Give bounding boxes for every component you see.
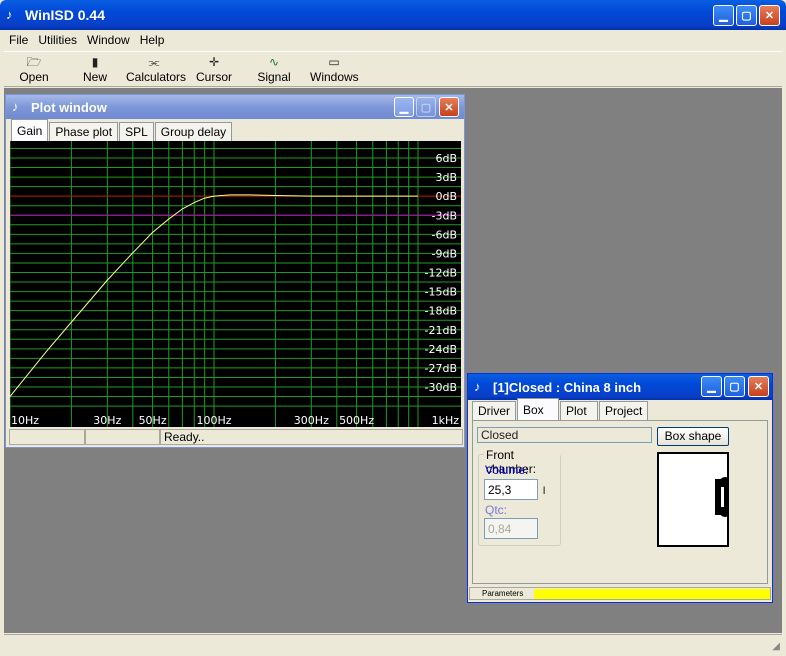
tab-gain[interactable]: Gain <box>11 119 49 141</box>
new-button[interactable]: ▮ New <box>78 54 112 86</box>
plot-window-title: Plot window <box>31 99 107 115</box>
cursor-label: Cursor <box>196 70 233 84</box>
tab-phase-plot[interactable]: Phase plot <box>49 122 119 141</box>
plot-status-cell-1 <box>9 429 85 445</box>
y-tick-label: -27dB <box>425 362 458 375</box>
main-window-title: WinISD 0.44 <box>25 7 106 23</box>
driver-minimize-button[interactable]: ▁ <box>701 376 722 397</box>
x-tick-label: 50Hz <box>139 414 167 427</box>
resize-grip-icon[interactable]: ◢ <box>772 641 780 652</box>
window-icon: ▭ <box>328 55 340 69</box>
toolbar: 🗁 Open ▮ New ⫘ Calculators ✛ Cursor ∿ Si… <box>4 51 782 98</box>
volume-unit: l <box>543 486 546 497</box>
driver-maximize-button[interactable]: ▢ <box>724 376 745 397</box>
gain-chart[interactable]: 6dB 3dB 0dB -3dB -6dB -9dB -12dB -15dB -18dB -21d… <box>10 141 461 427</box>
box-type-field: Closed <box>477 427 652 443</box>
qtc-label: Qtc: <box>485 503 508 517</box>
menu-help[interactable]: Help <box>135 33 170 47</box>
main-status-bar: ◢ <box>4 634 782 652</box>
y-tick-label: 6dB <box>435 152 457 165</box>
x-tick-label: 100Hz <box>196 414 231 427</box>
y-tick-label: -15dB <box>425 286 458 299</box>
calculators-label: Calculators <box>126 70 187 84</box>
calculators-button[interactable]: ⫘ Calculators <box>126 54 186 86</box>
y-tick-label: -30dB <box>425 381 458 394</box>
parameters-progress <box>534 589 770 599</box>
plot-maximize-button: ▢ <box>416 97 436 117</box>
x-tick-label: 1kHz <box>432 414 460 427</box>
signal-gen-button[interactable]: ∿ Signal gen. <box>244 54 304 98</box>
y-tick-label: -12dB <box>425 267 458 280</box>
menu-utilities[interactable]: Utilities <box>33 33 82 47</box>
plot-status-cell-2 <box>85 429 160 445</box>
menu-file[interactable]: File <box>4 33 33 47</box>
parameters-label: Parameters <box>482 589 524 598</box>
maximize-button[interactable]: ▢ <box>736 5 757 26</box>
x-tick-label: 10Hz <box>11 414 39 427</box>
y-tick-label: -21dB <box>425 324 458 337</box>
y-tick-label: 0dB <box>435 190 457 203</box>
cursor-crosshair-icon: ✛ <box>208 55 220 69</box>
tab-driver[interactable]: Driver <box>472 401 516 420</box>
plot-minimize-button[interactable]: ▁ <box>394 97 414 117</box>
plot-status-text: Ready.. <box>160 429 463 445</box>
y-tick-label: -3dB <box>432 209 458 222</box>
volume-input[interactable]: 25,3 <box>484 479 538 500</box>
y-tick-label: -6dB <box>432 228 458 241</box>
volume-label: Volume: <box>485 463 529 477</box>
app-icon: ♪ <box>6 7 13 22</box>
box-shape-preview <box>657 452 729 547</box>
driver-window-title: [1]Closed : China 8 inch <box>493 379 642 395</box>
tab-plot[interactable]: Plot <box>560 401 598 420</box>
minimize-button[interactable]: ▁ <box>713 5 734 26</box>
plot-title-bar[interactable]: ♪ Plot window ▁ ▢ ✕ <box>6 95 464 119</box>
x-tick-label: 30Hz <box>93 414 121 427</box>
y-tick-label: -24dB <box>425 343 458 356</box>
box-shape-button[interactable]: Box shape <box>657 427 729 446</box>
menu-window[interactable]: Window <box>82 33 135 47</box>
tab-project[interactable]: Project <box>599 401 649 420</box>
y-tick-label: -18dB <box>425 305 458 318</box>
close-button[interactable]: ✕ <box>759 5 780 26</box>
main-title-bar[interactable]: ♪ WinISD 0.44 ▁ ▢ ✕ <box>0 0 786 30</box>
x-tick-label: 500Hz <box>339 414 374 427</box>
plot-close-button[interactable]: ✕ <box>439 97 459 117</box>
menu-bar: File Utilities Window Help <box>4 30 782 50</box>
driver-window-icon: ♪ <box>474 379 481 394</box>
speaker-driver-icon <box>715 477 727 517</box>
y-tick-label: -9dB <box>432 247 458 260</box>
tab-group-delay[interactable]: Group delay <box>154 122 233 141</box>
windows-button[interactable]: ▭ Windows <box>310 54 359 86</box>
driver-title-bar[interactable]: ♪ [1]Closed : China 8 inch ▁ ▢ ✕ <box>468 374 772 400</box>
calculator-icon: ⫘ <box>148 55 160 69</box>
parameters-bar: Parameters <box>469 587 771 600</box>
open-folder-icon: 🗁 <box>26 55 42 69</box>
cursor-button[interactable]: ✛ Cursor <box>196 54 232 86</box>
y-tick-label: 3dB <box>435 171 457 184</box>
x-tick-label: 300Hz <box>294 414 329 427</box>
new-document-icon: ▮ <box>91 55 99 69</box>
qtc-input: 0,84 <box>484 518 538 539</box>
driver-close-button[interactable]: ✕ <box>748 376 769 397</box>
open-button[interactable]: 🗁 Open <box>14 54 54 86</box>
tab-box[interactable]: Box <box>517 398 559 420</box>
open-label: Open <box>19 70 49 84</box>
plot-tabs: Gain Phase plot SPL Group delay <box>11 119 233 141</box>
new-label: New <box>82 70 107 84</box>
plot-window-icon: ♪ <box>12 99 19 114</box>
tab-spl[interactable]: SPL <box>119 122 154 141</box>
windows-label: Windows <box>310 70 359 84</box>
driver-tabs: Driver Box Plot Project <box>472 398 649 420</box>
sine-wave-icon: ∿ <box>268 55 280 69</box>
